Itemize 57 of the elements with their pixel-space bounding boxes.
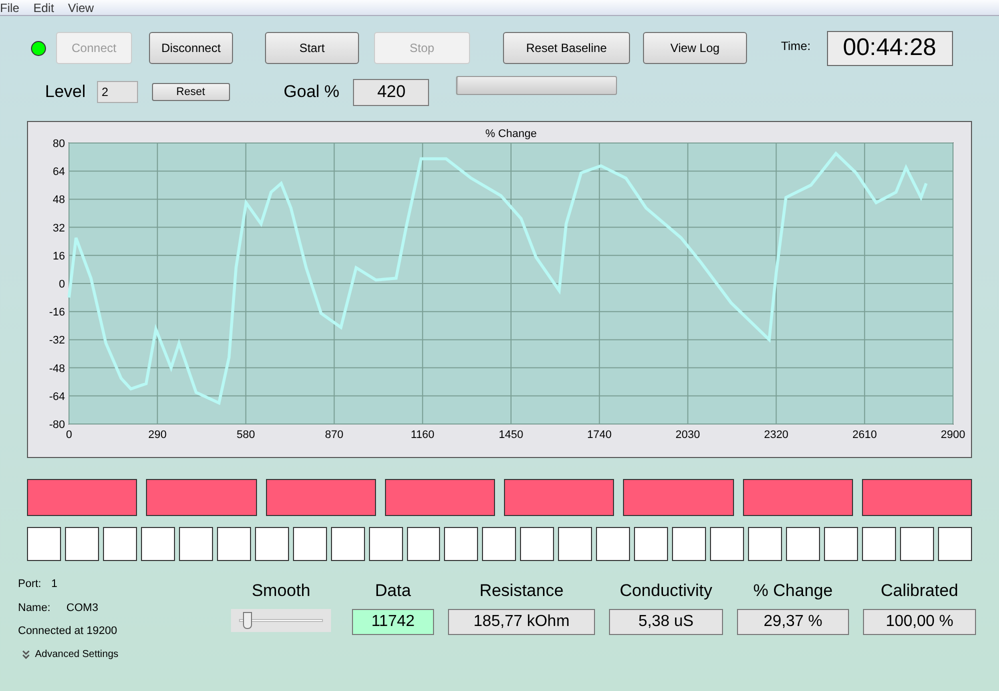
x-tick-label: 870 <box>325 429 344 441</box>
toolbar-button[interactable]: Start <box>265 32 359 64</box>
y-tick-label: 80 <box>52 138 65 150</box>
readout-label: Data <box>375 580 411 602</box>
goal-field: 420 <box>353 78 430 106</box>
x-tick-label: 2900 <box>940 429 966 441</box>
port-value: 1 <box>51 577 58 592</box>
toolbar-button[interactable]: Reset Baseline <box>503 32 630 64</box>
x-tick-label: 1160 <box>410 429 434 441</box>
x-tick-label: 290 <box>148 429 167 441</box>
connection-status: Connected at 19200 <box>18 624 118 639</box>
toolbar-button[interactable]: View Log <box>643 32 747 64</box>
readout-value: 29,37 % <box>737 608 849 634</box>
smooth-label: Smooth <box>252 580 310 602</box>
readout-label: Conductivity <box>620 580 712 602</box>
name-value: COM3 <box>66 600 98 616</box>
y-tick-label: 64 <box>52 166 65 178</box>
readout-label: Resistance <box>479 580 564 602</box>
x-tick-label: 580 <box>236 429 255 441</box>
y-tick-label: 48 <box>52 194 65 206</box>
x-tick-label: 1740 <box>587 429 612 441</box>
level-field[interactable]: 2 <box>96 81 138 103</box>
y-tick-label: -48 <box>49 362 65 375</box>
port-label: Port: <box>18 577 42 592</box>
time-label: Time: <box>781 38 811 55</box>
readout-label: % Change <box>753 580 833 602</box>
x-tick-label: 2610 <box>852 429 877 441</box>
y-tick-label: -16 <box>49 306 65 319</box>
menu-item[interactable]: File <box>0 2 20 14</box>
x-tick-label: 1450 <box>498 429 524 441</box>
level-label: Level <box>45 81 86 104</box>
y-tick-label: 0 <box>58 278 65 290</box>
y-tick-label: 32 <box>52 222 65 234</box>
readout-label: Calibrated <box>880 580 958 602</box>
goal-label: Goal % <box>284 81 340 104</box>
y-tick-label: -80 <box>49 419 65 431</box>
slider-thumb[interactable] <box>242 612 252 628</box>
menu-item[interactable]: View <box>68 2 94 14</box>
smooth-slider[interactable] <box>231 608 331 632</box>
reset-button[interactable]: Reset <box>152 83 230 101</box>
y-tick-label: -32 <box>49 334 65 347</box>
x-tick-label: 2320 <box>764 429 788 441</box>
y-tick-label: -64 <box>49 390 65 403</box>
x-tick-label: 0 <box>66 429 72 441</box>
readout-value: 100,00 % <box>863 608 976 634</box>
toolbar-button[interactable]: Disconnect <box>149 32 233 64</box>
readout-value: 5,38 uS <box>609 608 723 634</box>
y-tick-label: 16 <box>52 250 65 262</box>
readout-value: 185,77 kOhm <box>448 608 595 634</box>
double-chevron-icon <box>22 650 30 658</box>
readout-value: 11742 <box>352 608 434 634</box>
time-display: 00:44:28 <box>826 30 953 66</box>
name-label: Name: <box>18 600 50 616</box>
x-tick-label: 2030 <box>676 429 700 441</box>
menu-item[interactable]: Edit <box>33 2 54 14</box>
chart-title: % Change <box>485 128 537 140</box>
advanced-settings-toggle[interactable]: Advanced Settings <box>22 646 218 662</box>
